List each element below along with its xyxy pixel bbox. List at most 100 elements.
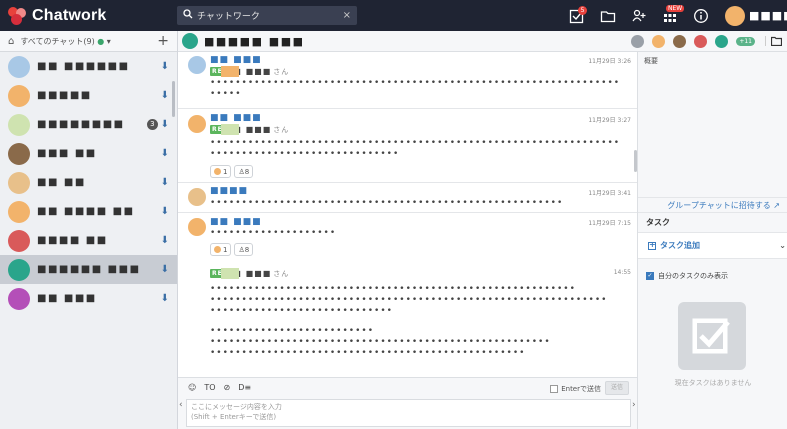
reply-reference[interactable]: RE ■■ ■■■ さん <box>210 66 290 77</box>
pin-icon[interactable]: ⬇ <box>161 293 169 304</box>
room-name: ■■■■■ <box>37 90 92 101</box>
reaction-users-chip[interactable]: ♙ 8 <box>234 165 254 178</box>
pin-icon[interactable]: ⬇ <box>161 119 169 130</box>
room-list-item[interactable]: ■■■ ■■ ⬇ <box>0 139 177 168</box>
pin-icon[interactable]: ⬇ <box>161 90 169 101</box>
room-avatar <box>8 142 30 165</box>
room-name: ■■■ ■■ <box>37 148 97 159</box>
contacts-button[interactable] <box>628 5 650 27</box>
sender-name: ■■■■ <box>210 186 249 196</box>
message-line: •••••••••••••••••••••••••••••• <box>210 149 400 159</box>
apps-button[interactable]: NEW <box>659 4 685 27</box>
message[interactable]: ■■■■ 11月29日 3:41 •••••••••••••••••••••••… <box>178 182 637 212</box>
message-timeline[interactable]: ■■ ■■■ 11月29日 3:26 RE ■■ ■■■ さん ••••••••••… <box>178 52 637 377</box>
room-list-item[interactable]: ■■■■■ ⬇ <box>0 81 177 110</box>
room-list-item[interactable]: ■■ ■■■■■■ ⬇ <box>0 52 177 81</box>
message-time: 11月29日 3:26 <box>588 58 631 65</box>
brand[interactable]: Chatwork <box>0 0 172 31</box>
room-list-item[interactable]: ■■ ■■■■ ■■ ⬇ <box>0 197 177 226</box>
sidebar-scrollbar[interactable] <box>172 81 175 117</box>
message[interactable]: ■■ ■■■ 11月29日 7:15 •••••••••••••••••••• … <box>178 212 637 377</box>
collapse-left-icon[interactable]: ‹ <box>179 400 183 410</box>
message-input-hint: (Shift + Enterキーで送信) <box>191 413 277 421</box>
enter-to-send-option[interactable]: Enterで送信 <box>550 384 601 394</box>
reply-reference[interactable]: RE ■■ ■■■ さん <box>210 124 290 135</box>
user-name: ■■■■ <box>749 9 787 22</box>
member-avatar <box>694 34 708 48</box>
user-menu[interactable]: ■■■■ <box>725 5 787 26</box>
message[interactable]: ■■ ■■■ 11月29日 3:27 RE ■■ ■■■ さん ••••••••••… <box>178 108 637 182</box>
help-button[interactable] <box>690 5 712 27</box>
reaction-users-chip[interactable]: ♙ 8 <box>234 243 254 256</box>
room-list-item[interactable]: ■■■■■■■■ 3 ⬇ <box>0 110 177 139</box>
room-list-item[interactable]: ■■■■ ■■ ⬇ <box>0 226 177 255</box>
my-tasks-only-option[interactable]: ✓ 自分のタスクのみ表示 <box>646 271 728 281</box>
home-icon[interactable]: ⌂ <box>8 36 14 47</box>
add-task-button[interactable]: タスク追加 ⌄ <box>638 233 787 259</box>
message[interactable]: ■■ ■■■ 11月29日 3:26 RE ■■ ■■■ さん ••••••••••… <box>178 52 637 108</box>
room-filter-dropdown[interactable]: すべてのチャット(9) ● ▾ <box>20 36 157 47</box>
tasks-button[interactable]: 5 <box>566 5 588 27</box>
pin-icon[interactable]: ⬇ <box>161 235 169 246</box>
pin-icon[interactable]: ⬇ <box>161 61 169 72</box>
my-tasks-only-checkbox[interactable]: ✓ <box>646 272 654 280</box>
member-list[interactable]: +11 <box>629 34 755 48</box>
reply-line: RE ■■ ■■■ さん <box>210 268 289 279</box>
pin-icon[interactable]: ⬇ <box>161 177 169 188</box>
member-avatar <box>652 34 666 48</box>
room-name: ■■ ■■ <box>37 177 86 188</box>
add-task-icon <box>648 240 656 250</box>
reaction-users-count: 8 <box>244 245 250 254</box>
reaction-chip[interactable]: 1 <box>210 243 232 256</box>
sender-avatar <box>188 115 206 133</box>
room-list-item[interactable]: ■■ ■■■ ⬇ <box>0 284 177 313</box>
reply-reference[interactable]: RE ■■ ■■■ さん <box>210 268 289 279</box>
room-avatar <box>182 33 198 49</box>
expand-arrow-icon[interactable]: ⌄ <box>779 241 786 250</box>
pin-icon[interactable]: ⬇ <box>161 148 169 159</box>
message-input[interactable]: ここにメッセージ内容を入力 (Shift + Enterキーで送信) <box>186 399 631 427</box>
emoji-icon[interactable]: ☺ <box>188 383 196 392</box>
message-line: •••••••••••••••••••••••••• <box>210 326 375 336</box>
room-files-button[interactable] <box>765 36 787 46</box>
pin-icon[interactable]: ⬇ <box>161 264 169 275</box>
search-clear-button[interactable]: × <box>343 10 351 21</box>
smile-emoji-icon <box>214 168 221 175</box>
reaction-count: 1 <box>223 167 228 176</box>
reply-avatar <box>221 66 239 77</box>
message-line: ••••••••••••••••••••••••••••• <box>210 306 393 316</box>
brand-name: Chatwork <box>32 6 107 24</box>
reactions: 1 ♙ 8 <box>210 243 256 256</box>
add-chat-button[interactable]: + <box>157 33 169 49</box>
room-name: ■■ ■■■■ ■■ <box>37 206 135 217</box>
search-input[interactable]: チャットワーク × <box>177 6 357 25</box>
invite-to-group-link[interactable]: グループチャットに招待する ↗ <box>638 197 787 213</box>
message-input-placeholder: ここにメッセージ内容を入力 <box>191 403 282 411</box>
sender-name: ■■ ■■■ <box>210 55 262 65</box>
tag-button[interactable]: D≡ <box>238 383 251 392</box>
search-icon <box>183 9 193 22</box>
room-list-item[interactable]: ■■ ■■ ⬇ <box>0 168 177 197</box>
files-button[interactable] <box>597 5 619 27</box>
honorific: さん <box>273 67 290 76</box>
to-button[interactable]: TO <box>204 383 215 392</box>
room-list-item[interactable]: ■■■■■■ ■■■ ⬇ <box>0 255 177 284</box>
room-avatar <box>8 84 30 107</box>
honorific: さん <box>273 125 290 134</box>
my-tasks-only-label: 自分のタスクのみ表示 <box>658 272 728 280</box>
attach-file-icon[interactable]: ⊘ <box>224 383 231 392</box>
member-avatar <box>631 34 645 48</box>
info-icon <box>694 8 708 23</box>
summary-label: 概要 <box>644 57 658 65</box>
send-button[interactable]: 送信 <box>605 381 629 395</box>
message-line: ••••••••••••••••••••••••••••••••••••••••… <box>210 348 526 358</box>
pin-icon[interactable]: ⬇ <box>161 206 169 217</box>
reaction-chip[interactable]: 1 <box>210 165 232 178</box>
sender-name: ■■ ■■■ <box>210 217 262 227</box>
room-name: ■■■■ ■■ <box>37 235 108 246</box>
enter-to-send-checkbox[interactable] <box>550 385 559 393</box>
collapse-right-icon[interactable]: › <box>632 400 636 410</box>
message-line: •••••••••••••••••••• <box>210 228 337 238</box>
room-name: ■■■■■■■■ <box>37 119 125 130</box>
tasks-badge: 5 <box>578 5 587 15</box>
